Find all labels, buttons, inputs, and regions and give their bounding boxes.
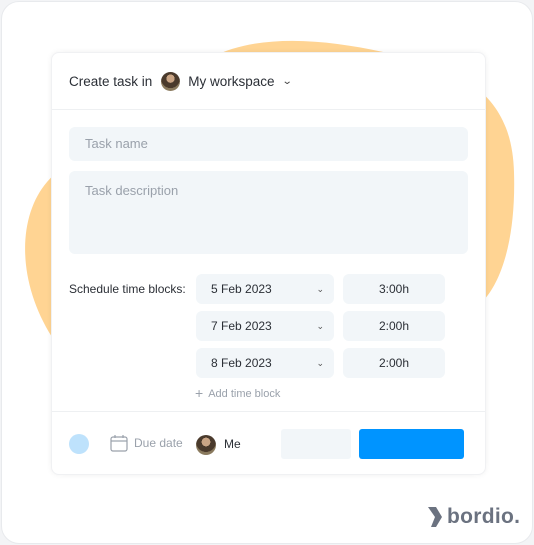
date-select[interactable]: 8 Feb 2023 ⌄ xyxy=(196,348,334,378)
assignee-selector[interactable]: Me xyxy=(224,437,241,451)
chevron-down-icon: ⌄ xyxy=(316,284,324,294)
task-name-input[interactable]: Task name xyxy=(69,127,468,161)
chevron-down-icon[interactable]: ⌄ xyxy=(281,76,292,87)
plus-icon: + xyxy=(195,385,204,401)
brand-name: bordio. xyxy=(447,505,521,528)
date-value: 5 Feb 2023 xyxy=(211,282,272,296)
schedule-label: Schedule time blocks: xyxy=(69,282,186,296)
chevron-down-icon: ⌄ xyxy=(316,358,324,368)
background-frame: Create task in My workspace ⌄ Task name … xyxy=(1,1,533,544)
dialog-header: Create task in My workspace ⌄ xyxy=(52,53,485,110)
duration-input[interactable]: 3:00h xyxy=(343,274,445,304)
workspace-avatar xyxy=(161,71,181,91)
header-prefix: Create task in xyxy=(69,73,153,89)
add-time-block-label: Add time block xyxy=(208,388,281,400)
workspace-selector[interactable]: My workspace xyxy=(188,74,274,89)
date-value: 8 Feb 2023 xyxy=(211,356,272,370)
assignee-avatar xyxy=(196,435,216,455)
add-time-block-button[interactable]: + Add time block xyxy=(195,385,280,401)
date-value: 7 Feb 2023 xyxy=(211,319,272,333)
footer-divider xyxy=(52,411,485,412)
task-description-input[interactable]: Task description xyxy=(69,171,468,254)
create-task-dialog: Create task in My workspace ⌄ Task name … xyxy=(51,52,486,475)
create-button[interactable] xyxy=(359,429,464,459)
bordio-logo: bordio. xyxy=(427,505,520,529)
duration-input[interactable]: 2:00h xyxy=(343,348,445,378)
duration-input[interactable]: 2:00h xyxy=(343,311,445,341)
color-picker[interactable] xyxy=(69,434,89,454)
calendar-icon[interactable] xyxy=(110,434,128,452)
date-select[interactable]: 5 Feb 2023 ⌄ xyxy=(196,274,334,304)
cancel-button[interactable] xyxy=(281,429,351,459)
bordio-logo-icon xyxy=(428,507,442,527)
chevron-down-icon: ⌄ xyxy=(316,321,324,331)
due-date-button[interactable]: Due date xyxy=(134,436,183,450)
date-select[interactable]: 7 Feb 2023 ⌄ xyxy=(196,311,334,341)
